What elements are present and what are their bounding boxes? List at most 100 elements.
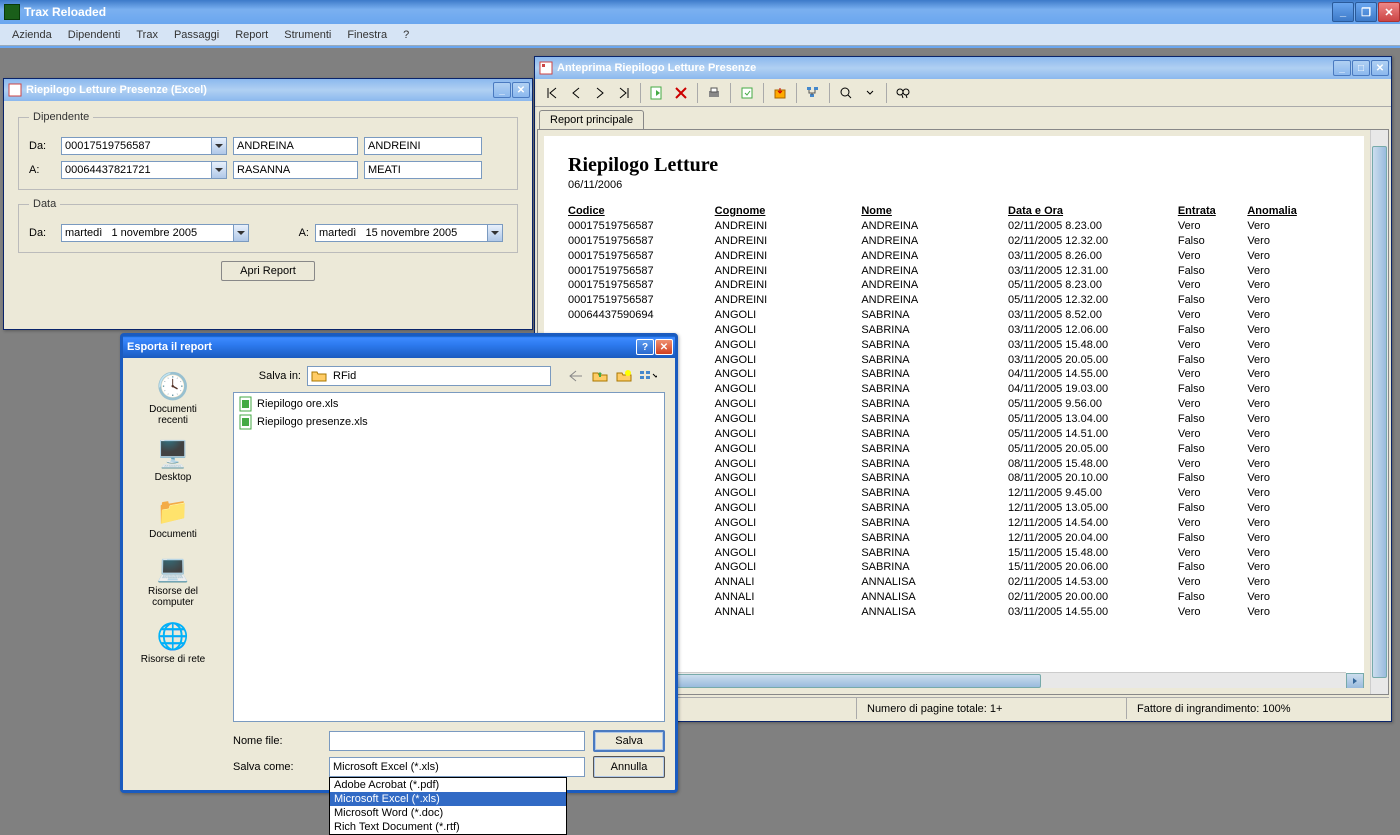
list-item[interactable]: Riepilogo presenze.xls xyxy=(236,413,662,431)
menu-dipendenti[interactable]: Dipendenti xyxy=(60,27,129,43)
column-header: Cognome xyxy=(715,205,862,219)
data-da-input[interactable] xyxy=(61,224,233,242)
menu-strumenti[interactable]: Strumenti xyxy=(276,27,339,43)
anteprima-minimize-button[interactable]: _ xyxy=(1333,60,1351,76)
stop-icon[interactable] xyxy=(670,82,692,104)
riepilogo-window: Riepilogo Letture Presenze (Excel) _ ✕ D… xyxy=(3,78,533,330)
annulla-button[interactable]: Annulla xyxy=(593,756,665,778)
first-page-icon[interactable] xyxy=(541,82,563,104)
back-icon[interactable] xyxy=(567,367,585,385)
format-option[interactable]: Adobe Acrobat (*.pdf) xyxy=(330,778,566,792)
list-item[interactable]: Riepilogo ore.xls xyxy=(236,395,662,413)
place-label: Documenti recenti xyxy=(135,404,211,426)
next-page-icon[interactable] xyxy=(589,82,611,104)
place-desktop[interactable]: 🖥️ Desktop xyxy=(131,434,215,487)
zoom-dropdown-icon[interactable] xyxy=(859,82,881,104)
apri-report-button[interactable]: Apri Report xyxy=(221,261,315,281)
place-label: Desktop xyxy=(155,472,192,483)
riepilogo-titlebar: Riepilogo Letture Presenze (Excel) _ ✕ xyxy=(4,79,532,101)
table-row: 00017519756587ANDREINIANDREINA02/11/2005… xyxy=(568,234,1340,249)
a-lastname-input[interactable] xyxy=(364,161,482,179)
nome-file-input[interactable] xyxy=(329,731,585,751)
menu-report[interactable]: Report xyxy=(227,27,276,43)
anteprima-maximize-button[interactable]: □ xyxy=(1352,60,1370,76)
new-folder-icon[interactable] xyxy=(615,367,633,385)
export-close-button[interactable]: ✕ xyxy=(655,339,673,355)
place-risorse-di-rete[interactable]: 🌐 Risorse di rete xyxy=(131,616,215,669)
folder-open-icon xyxy=(307,366,330,386)
up-folder-icon[interactable] xyxy=(591,367,609,385)
format-option[interactable]: Microsoft Excel (*.xls) xyxy=(330,792,566,806)
a-firstname-input[interactable] xyxy=(233,161,358,179)
place-documenti-recenti[interactable]: 🕓Documenti recenti xyxy=(131,366,215,430)
column-header: Anomalia xyxy=(1247,205,1340,219)
da-code-input[interactable] xyxy=(61,137,211,155)
main-restore-button[interactable]: ❐ xyxy=(1355,2,1377,22)
table-row: ANGOLISABRINA12/11/2005 20.04.00FalsoVer… xyxy=(568,531,1340,546)
format-option[interactable]: Microsoft Word (*.doc) xyxy=(330,806,566,820)
dropdown-arrow-icon[interactable] xyxy=(211,137,227,155)
main-menubar: AziendaDipendentiTraxPassaggiReportStrum… xyxy=(0,24,1400,46)
place-icon: 🌐 xyxy=(157,620,189,652)
export-icon[interactable] xyxy=(769,82,791,104)
column-header: Nome xyxy=(861,205,1008,219)
place-icon: 📁 xyxy=(157,495,189,527)
table-row: ANGOLISABRINA12/11/2005 9.45.00VeroVero xyxy=(568,486,1340,501)
da-label: Da: xyxy=(29,140,55,152)
place-icon: 🖥️ xyxy=(157,438,189,470)
report-window-icon xyxy=(539,61,553,75)
zoom-icon[interactable] xyxy=(835,82,857,104)
riepilogo-minimize-button[interactable]: _ xyxy=(493,82,511,98)
export-help-button[interactable]: ? xyxy=(636,339,654,355)
a-label: A: xyxy=(29,164,55,176)
place-documenti[interactable]: 📁Documenti xyxy=(131,491,215,544)
format-option[interactable]: Rich Text Document (*.rtf) xyxy=(330,820,566,834)
file-list[interactable]: Riepilogo ore.xlsRiepilogo presenze.xls xyxy=(233,392,665,722)
format-dropdown[interactable]: Adobe Acrobat (*.pdf)Microsoft Excel (*.… xyxy=(329,777,567,835)
refresh-icon[interactable] xyxy=(736,82,758,104)
dropdown-arrow-icon[interactable] xyxy=(487,224,503,242)
menu-?[interactable]: ? xyxy=(395,27,417,43)
main-titlebar: Trax Reloaded _ ❐ ✕ xyxy=(0,0,1400,24)
anteprima-titlebar: Anteprima Riepilogo Letture Presenze _ □… xyxy=(535,57,1391,79)
menu-passaggi[interactable]: Passaggi xyxy=(166,27,227,43)
export-titlebar: Esporta il report ? ✕ xyxy=(123,336,675,358)
table-row: ANNALIANNALISA02/11/2005 14.53.00VeroVer… xyxy=(568,575,1340,590)
salva-button[interactable]: Salva xyxy=(593,730,665,752)
tab-report-principale[interactable]: Report principale xyxy=(539,110,644,129)
dropdown-arrow-icon[interactable] xyxy=(211,161,227,179)
place-label: Risorse di rete xyxy=(141,654,205,665)
main-close-button[interactable]: ✕ xyxy=(1378,2,1400,22)
find-icon[interactable] xyxy=(892,82,914,104)
menu-azienda[interactable]: Azienda xyxy=(4,27,60,43)
main-minimize-button[interactable]: _ xyxy=(1332,2,1354,22)
table-row: ANGOLISABRINA15/11/2005 15.48.00VeroVero xyxy=(568,546,1340,561)
da-firstname-input[interactable] xyxy=(233,137,358,155)
tree-icon[interactable] xyxy=(802,82,824,104)
prev-page-icon[interactable] xyxy=(565,82,587,104)
data-a-input[interactable] xyxy=(315,224,487,242)
print-icon[interactable] xyxy=(703,82,725,104)
data-da-label: Da: xyxy=(29,227,55,239)
scrollbar-thumb[interactable] xyxy=(1372,146,1387,678)
anteprima-title: Anteprima Riepilogo Letture Presenze xyxy=(557,62,1332,74)
scroll-right-icon[interactable] xyxy=(1346,673,1364,688)
salva-in-input[interactable] xyxy=(330,366,551,386)
xls-file-icon xyxy=(238,396,254,412)
riepilogo-close-button[interactable]: ✕ xyxy=(512,82,530,98)
menu-finestra[interactable]: Finestra xyxy=(339,27,395,43)
place-risorse-del-computer[interactable]: 💻Risorse del computer xyxy=(131,548,215,612)
da-lastname-input[interactable] xyxy=(364,137,482,155)
last-page-icon[interactable] xyxy=(613,82,635,104)
salva-come-input[interactable] xyxy=(329,757,585,777)
dropdown-arrow-icon[interactable] xyxy=(233,224,249,242)
menu-trax[interactable]: Trax xyxy=(128,27,166,43)
table-row: ANGOLISABRINA04/11/2005 19.03.00FalsoVer… xyxy=(568,382,1340,397)
dipendente-fieldset: Dipendente Da: A: xyxy=(18,111,518,190)
salva-come-label: Salva come: xyxy=(233,761,321,773)
anteprima-close-button[interactable]: ✕ xyxy=(1371,60,1389,76)
report-vscrollbar[interactable] xyxy=(1370,130,1388,694)
a-code-input[interactable] xyxy=(61,161,211,179)
view-menu-icon[interactable] xyxy=(639,367,657,385)
goto-page-icon[interactable] xyxy=(646,82,668,104)
